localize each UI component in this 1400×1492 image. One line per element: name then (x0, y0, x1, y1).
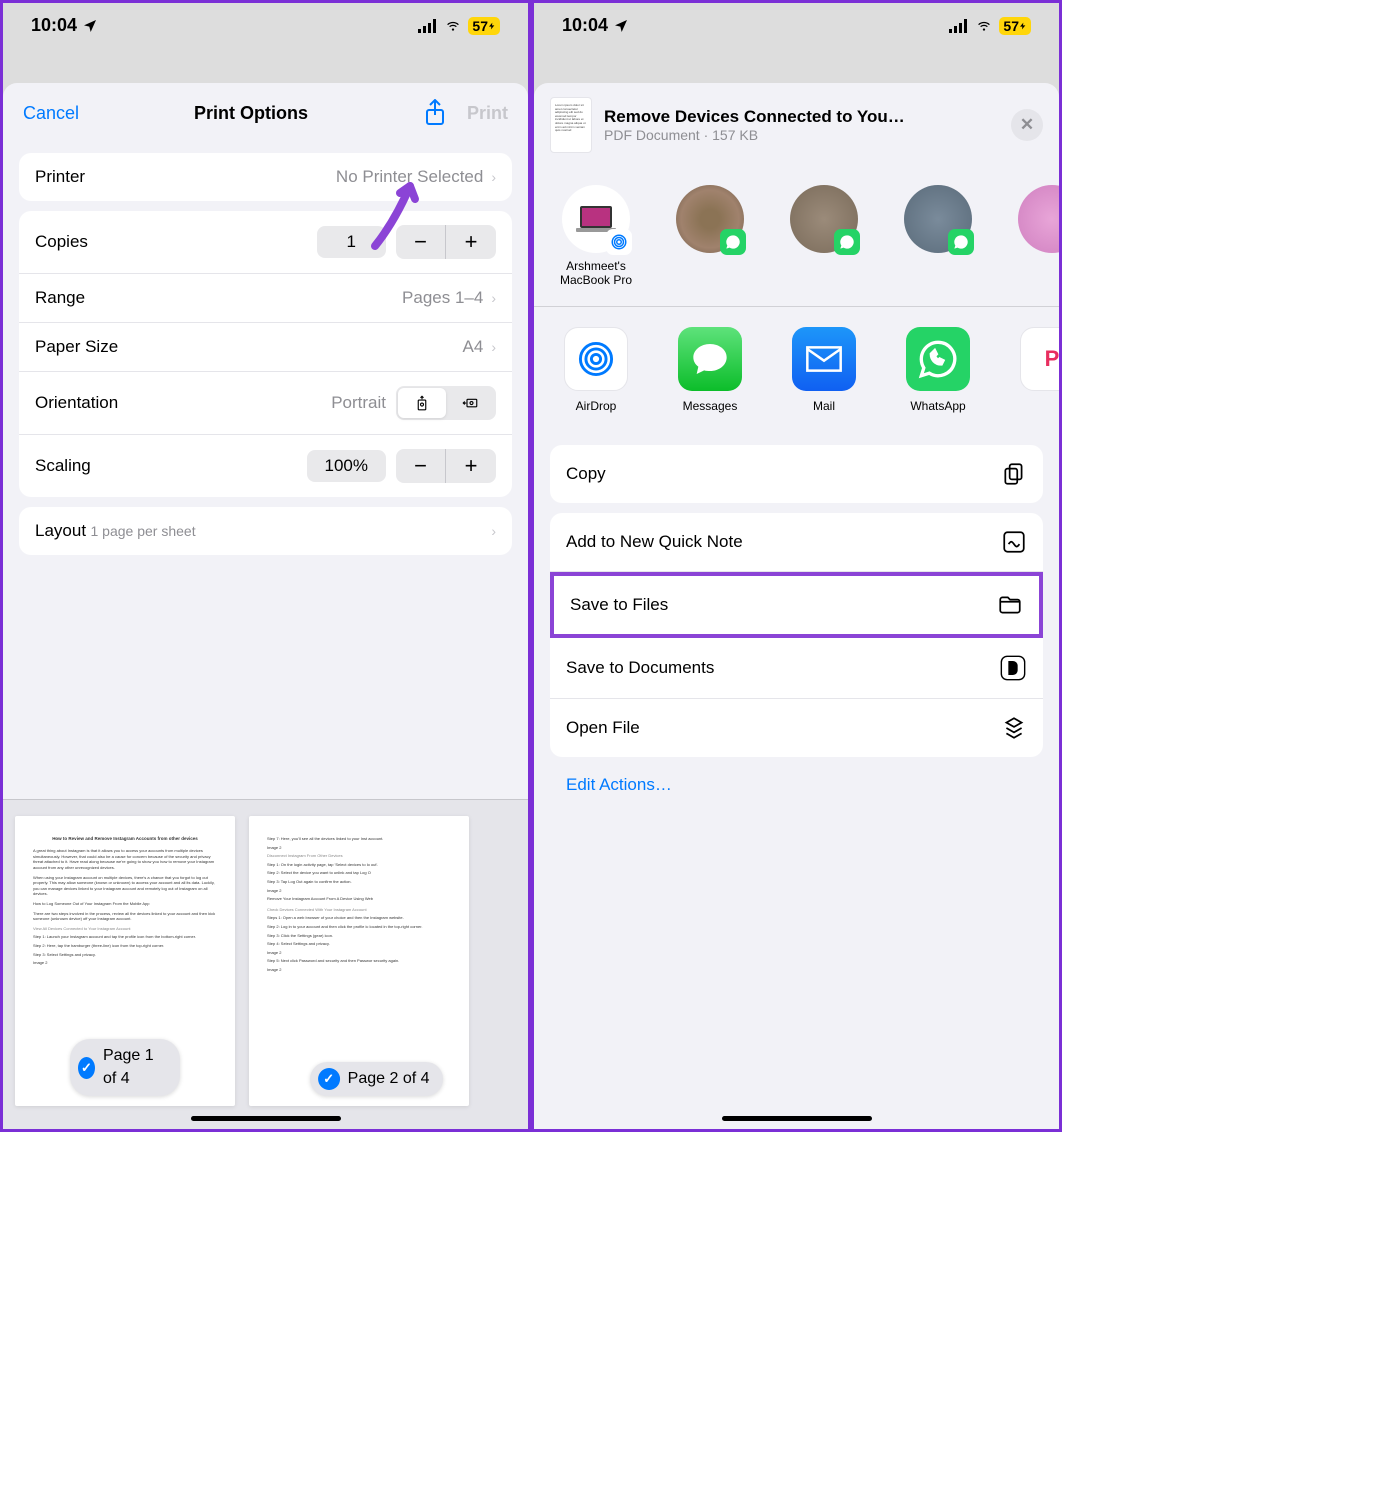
app-airdrop[interactable]: AirDrop (550, 327, 642, 413)
paper-row[interactable]: Paper Size A4› (19, 323, 512, 372)
action-copy[interactable]: Copy (550, 445, 1043, 503)
contact-blurred[interactable] (892, 185, 984, 288)
share-header: Lorem ipsum dolor sit amet consectetur a… (534, 83, 1059, 167)
page-1-thumb[interactable]: How to Review and Remove Instagram Accou… (15, 816, 235, 1106)
scaling-row: Scaling 100% − + (19, 435, 512, 497)
minus-button[interactable]: − (396, 449, 446, 483)
whatsapp-badge-icon (948, 229, 974, 255)
location-icon (613, 18, 629, 34)
print-sheet: Cancel Print Options Print Printer No Pr… (3, 83, 528, 1129)
scaling-stepper: − + (396, 449, 496, 483)
close-button[interactable]: ✕ (1011, 109, 1043, 141)
print-settings-group: Copies 1 − + Range Pages 1–4› Paper Size… (19, 211, 512, 497)
cellular-icon (418, 19, 438, 33)
home-indicator[interactable] (191, 1116, 341, 1121)
range-row[interactable]: Range Pages 1–4› (19, 274, 512, 323)
airdrop-contacts-row: Arshmeet's MacBook Pro (534, 167, 1059, 307)
time-label: 10:04 (31, 15, 77, 36)
layout-group: Layout 1 page per sheet › (19, 507, 512, 555)
share-sheet-panel: 10:04 57 Lorem ipsum dolor sit amet cons… (531, 0, 1062, 1132)
action-quicknote[interactable]: Add to New Quick Note (550, 513, 1043, 572)
airdrop-badge-icon (606, 229, 632, 255)
chevron-icon: › (491, 169, 496, 185)
wifi-icon (975, 19, 993, 33)
app-whatsapp[interactable]: WhatsApp (892, 327, 984, 413)
battery-badge: 57 (999, 17, 1031, 35)
printer-label: Printer (35, 167, 85, 187)
share-icon[interactable] (423, 99, 447, 127)
app-messages[interactable]: Messages (664, 327, 756, 413)
sheet-header: Cancel Print Options Print (3, 83, 528, 143)
preview-area: How to Review and Remove Instagram Accou… (3, 799, 528, 1129)
whatsapp-badge-icon (834, 229, 860, 255)
document-meta: PDF Document · 157 KB (604, 127, 999, 143)
action-open-file[interactable]: Open File (550, 699, 1043, 757)
battery-badge: 57 (468, 17, 500, 35)
open-file-icon (1001, 715, 1027, 741)
time-label: 10:04 (562, 15, 608, 36)
sheet-title: Print Options (194, 103, 308, 124)
print-options-panel: 10:04 57 Cancel Print Options Print Prin… (0, 0, 531, 1132)
app-more[interactable]: P (1006, 327, 1059, 413)
printer-group: Printer No Printer Selected› (19, 153, 512, 201)
wifi-icon (444, 19, 462, 33)
edit-actions-link[interactable]: Edit Actions… (550, 767, 1043, 803)
page-2-selector[interactable]: ✓ Page 2 of 4 (310, 1062, 444, 1096)
action-save-files[interactable]: Save to Files (550, 572, 1043, 638)
orientation-toggle (396, 386, 496, 420)
cancel-button[interactable]: Cancel (23, 103, 79, 124)
contact-blurred[interactable] (1006, 185, 1059, 288)
app-mail[interactable]: Mail (778, 327, 870, 413)
share-sheet: Lorem ipsum dolor sit amet consectetur a… (534, 83, 1059, 1129)
chevron-icon: › (491, 290, 496, 306)
documents-app-icon (999, 654, 1027, 682)
folder-icon (997, 592, 1023, 618)
page-1-selector[interactable]: ✓ Page 1 of 4 (70, 1039, 180, 1096)
copies-row: Copies 1 − + (19, 211, 512, 274)
quicknote-icon (1001, 529, 1027, 555)
plus-button[interactable]: + (446, 449, 496, 483)
portrait-option[interactable] (398, 388, 446, 418)
action-save-documents[interactable]: Save to Documents (550, 638, 1043, 699)
check-icon: ✓ (318, 1068, 340, 1090)
location-icon (82, 18, 98, 34)
home-indicator[interactable] (722, 1116, 872, 1121)
check-icon: ✓ (78, 1057, 95, 1079)
contact-blurred[interactable] (778, 185, 870, 288)
document-thumbnail: Lorem ipsum dolor sit amet consectetur a… (550, 97, 592, 153)
page-2-thumb[interactable]: Step 7: Here, you'll see all the devices… (249, 816, 469, 1106)
printer-row[interactable]: Printer No Printer Selected› (19, 153, 512, 201)
scaling-field[interactable]: 100% (307, 450, 386, 482)
orientation-row: Orientation Portrait (19, 372, 512, 435)
contact-macbook[interactable]: Arshmeet's MacBook Pro (550, 185, 642, 288)
contact-blurred[interactable] (664, 185, 756, 288)
annotation-arrow (365, 171, 431, 251)
copy-icon (1001, 461, 1027, 487)
chevron-icon: › (491, 339, 496, 355)
layout-row[interactable]: Layout 1 page per sheet › (19, 507, 512, 555)
plus-button[interactable]: + (446, 225, 496, 259)
status-bar: 10:04 57 (3, 3, 528, 44)
actions-list: Copy Add to New Quick Note Save to Files… (534, 433, 1059, 815)
document-title: Remove Devices Connected to You… (604, 107, 999, 127)
status-bar: 10:04 57 (534, 3, 1059, 44)
landscape-option[interactable] (446, 388, 494, 418)
chevron-icon: › (491, 523, 496, 539)
print-button[interactable]: Print (467, 103, 508, 124)
whatsapp-badge-icon (720, 229, 746, 255)
cellular-icon (949, 19, 969, 33)
share-apps-row: AirDrop Messages Mail WhatsApp P (534, 307, 1059, 433)
